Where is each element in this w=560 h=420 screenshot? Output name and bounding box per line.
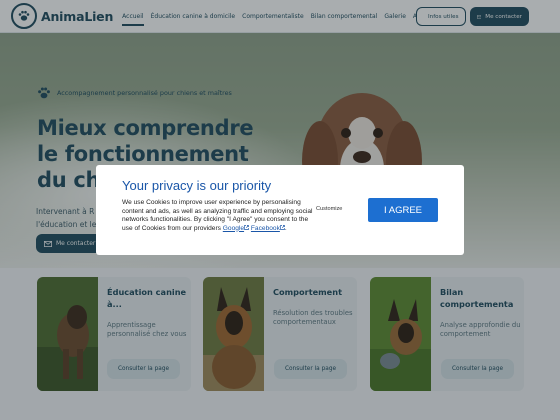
external-link-icon [280,224,285,230]
agree-button[interactable]: I AGREE [368,198,438,222]
customize-button[interactable]: Customize [316,206,342,212]
google-link[interactable]: Google [223,225,249,232]
facebook-link[interactable]: Facebook [251,225,285,232]
external-link-icon [244,224,249,230]
cookie-title: Your privacy is our priority [122,178,272,193]
cookie-body: We use Cookies to improve user experienc… [122,199,313,232]
cookie-consent-dialog: Your privacy is our priority We use Cook… [96,165,464,255]
